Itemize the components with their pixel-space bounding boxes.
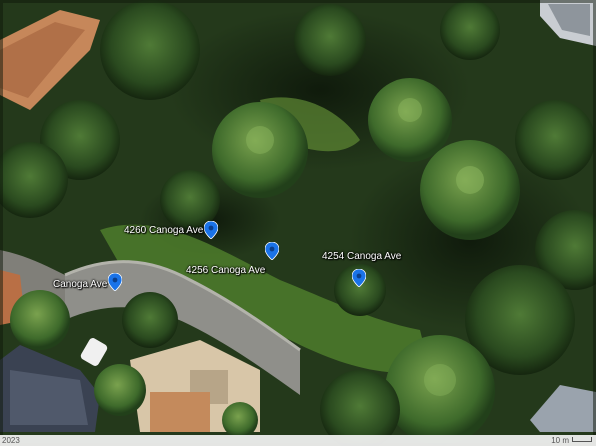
place-label-4254[interactable]: 4254 Canoga Ave — [322, 251, 401, 263]
location-pin-icon[interactable] — [108, 273, 122, 291]
location-pin-icon[interactable] — [265, 242, 279, 260]
scale-bar — [572, 436, 592, 442]
location-pin-icon[interactable] — [204, 221, 218, 239]
scale-indicator[interactable]: 10 m — [551, 435, 592, 446]
street-label-canoga[interactable]: Canoga Ave — [53, 279, 107, 291]
imagery-date: 2023 — [2, 436, 20, 445]
satellite-map[interactable]: 4260 Canoga Ave 4256 Canoga Ave 4254 Can… — [0, 0, 596, 446]
place-label-4256[interactable]: 4256 Canoga Ave — [186, 265, 265, 277]
place-label-4260[interactable]: 4260 Canoga Ave — [124, 225, 203, 237]
map-footer: 2023 10 m — [0, 435, 596, 446]
location-pin-icon[interactable] — [352, 269, 366, 287]
satellite-imagery — [0, 0, 596, 446]
scale-label: 10 m — [551, 436, 569, 445]
